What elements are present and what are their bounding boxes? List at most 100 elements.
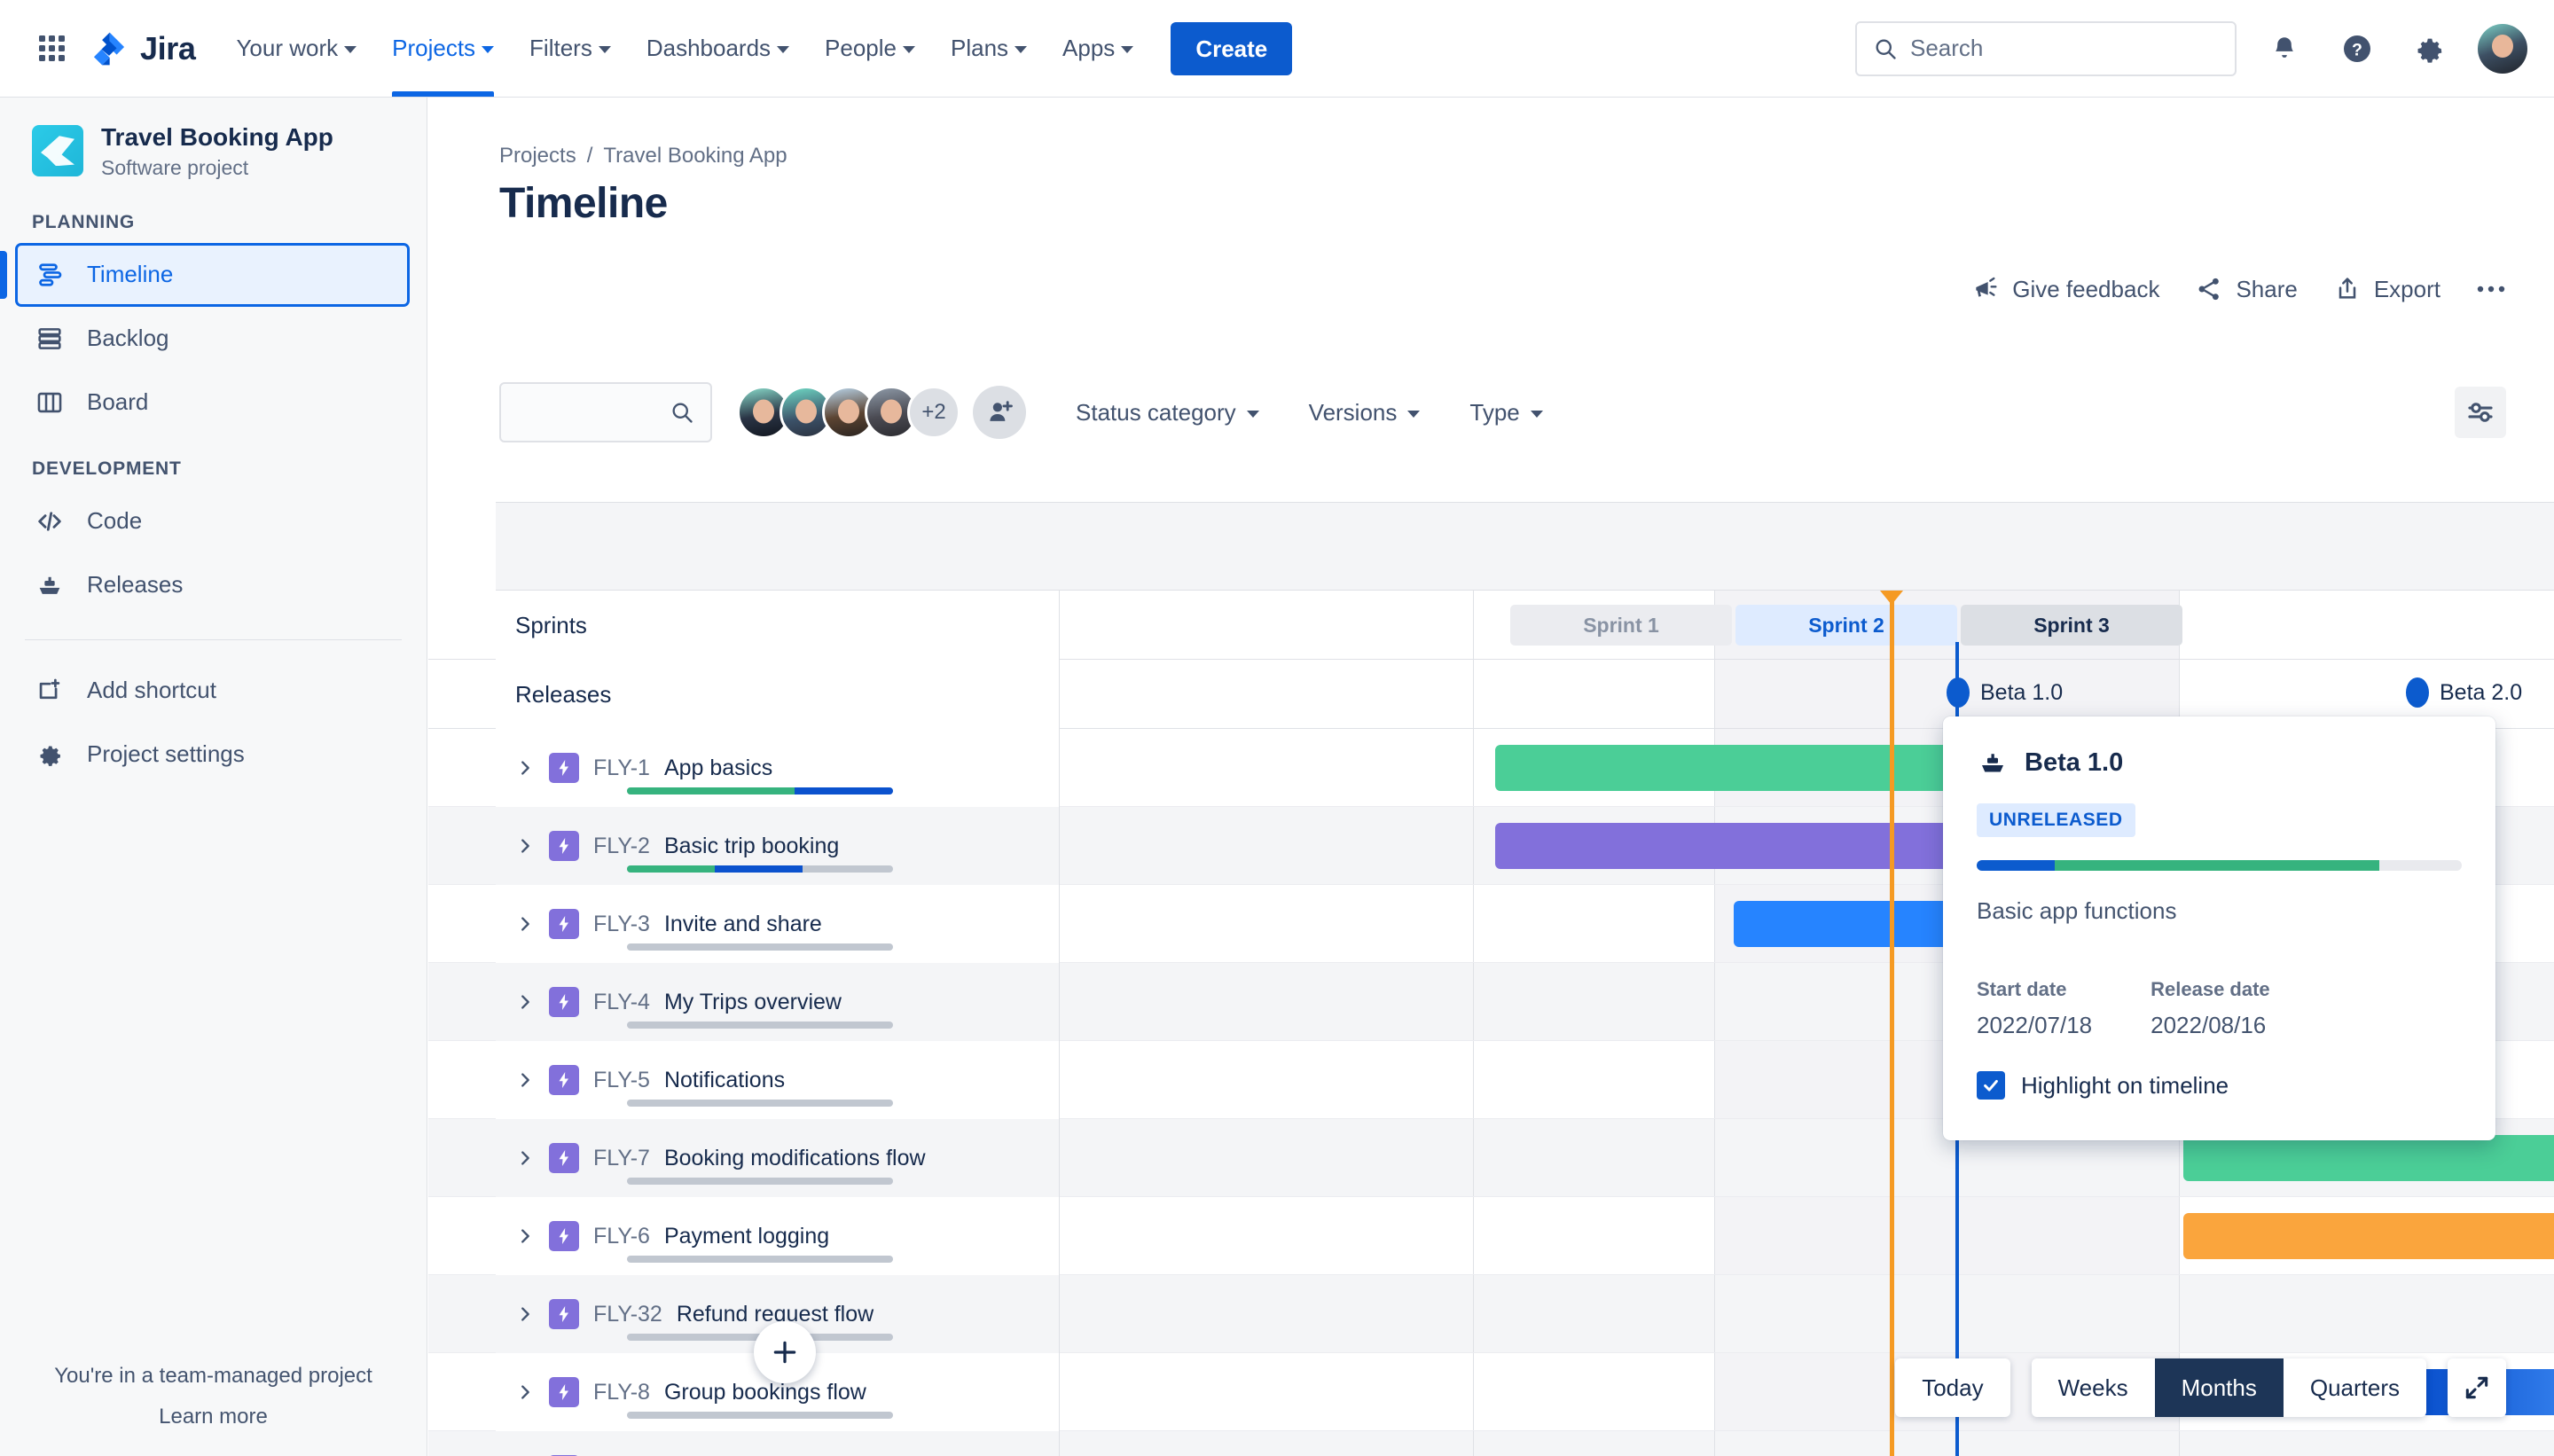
chevron-down-icon <box>903 46 915 53</box>
issue-key[interactable]: FLY-5 <box>593 1068 650 1093</box>
breadcrumb-projects[interactable]: Projects <box>499 144 576 168</box>
sprint-chip[interactable]: Sprint 1 <box>1510 605 1732 646</box>
give-feedback-button[interactable]: Give feedback <box>1971 275 2159 303</box>
project-type: Software project <box>101 155 249 179</box>
nav-your-work[interactable]: Your work <box>218 0 374 97</box>
jira-home-link[interactable]: Jira <box>90 29 196 67</box>
help-button[interactable]: ? <box>2332 24 2382 74</box>
sidebar-item-backlog[interactable]: Backlog <box>16 308 409 370</box>
issue-key[interactable]: FLY-7 <box>593 1146 650 1171</box>
nav-dashboards[interactable]: Dashboards <box>629 0 807 97</box>
today-button[interactable]: Today <box>1895 1358 2010 1417</box>
breadcrumb-separator: / <box>586 144 593 168</box>
issue-summary[interactable]: Notifications <box>664 1068 785 1093</box>
issue-summary[interactable]: App basics <box>664 755 772 781</box>
chevron-right-icon[interactable] <box>515 1382 535 1402</box>
nav-people[interactable]: People <box>807 0 933 97</box>
avatar-overflow-count[interactable]: +2 <box>907 386 960 439</box>
share-label: Share <box>2236 275 2298 302</box>
add-shortcut-icon <box>32 673 67 708</box>
issue-summary[interactable]: Payment logging <box>664 1224 829 1249</box>
export-label: Export <box>2373 275 2440 302</box>
sidebar-section-planning: PLANNING <box>32 211 136 232</box>
chevron-right-icon[interactable] <box>515 914 535 934</box>
issue-summary[interactable]: Group bookings flow <box>664 1380 866 1405</box>
nav-apps[interactable]: Apps <box>1045 0 1151 97</box>
zoom-level-weeks[interactable]: Weeks <box>2032 1358 2155 1417</box>
chevron-right-icon[interactable] <box>515 992 535 1012</box>
filter-versions[interactable]: Versions <box>1309 399 1421 427</box>
issue-key[interactable]: FLY-8 <box>593 1380 650 1405</box>
chevron-right-icon[interactable] <box>515 1304 535 1324</box>
issue-key[interactable]: FLY-1 <box>593 755 650 781</box>
nav-plans[interactable]: Plans <box>933 0 1045 97</box>
notifications-icon <box>2276 36 2293 58</box>
chevron-right-icon[interactable] <box>515 1226 535 1246</box>
export-button[interactable]: Export <box>2333 275 2440 303</box>
issue-key[interactable]: FLY-32 <box>593 1302 662 1327</box>
breadcrumb-project[interactable]: Travel Booking App <box>603 144 787 168</box>
chevron-right-icon[interactable] <box>515 1070 535 1090</box>
settings-button[interactable] <box>2405 24 2455 74</box>
app-switcher-button[interactable] <box>27 24 76 74</box>
issue-key[interactable]: FLY-2 <box>593 834 650 859</box>
issue-key[interactable]: FLY-6 <box>593 1224 650 1249</box>
page-actions: Give feedback Share Export <box>1971 275 2506 303</box>
filter-label: Versions <box>1308 398 1398 426</box>
create-button[interactable]: Create <box>1171 21 1293 75</box>
chevron-right-icon[interactable] <box>515 836 535 856</box>
nav-filters[interactable]: Filters <box>512 0 629 97</box>
release-date-value: 2022/08/16 <box>2151 1012 2267 1038</box>
zoom-level-months[interactable]: Months <box>2154 1358 2284 1417</box>
profile-avatar[interactable] <box>2478 23 2527 74</box>
view-settings-button[interactable] <box>2455 387 2506 438</box>
release-marker[interactable]: Beta 2.0 <box>2406 677 2522 708</box>
sidebar-item-add-shortcut[interactable]: Add shortcut <box>16 660 409 722</box>
chevron-right-icon[interactable] <box>515 1148 535 1168</box>
issue-key[interactable]: FLY-4 <box>593 990 650 1015</box>
add-people-button[interactable] <box>973 386 1026 439</box>
primary-nav: Your work Projects Filters Dashboards Pe… <box>218 0 1151 97</box>
filter-status-category[interactable]: Status category <box>1076 399 1259 427</box>
add-issue-button[interactable] <box>754 1321 816 1383</box>
chevron-right-icon[interactable] <box>515 758 535 778</box>
share-button[interactable]: Share <box>2195 275 2298 303</box>
release-date-label: Release date <box>2151 978 2270 1000</box>
issue-summary[interactable]: My Trips overview <box>664 990 842 1015</box>
expand-timeline-button[interactable] <box>2448 1358 2506 1417</box>
brand-name: Jira <box>140 29 196 67</box>
global-search-placeholder: Search <box>1910 35 1984 61</box>
filter-label: Type <box>1469 398 1520 426</box>
sidebar-item-code[interactable]: Code <box>16 490 409 552</box>
sidebar-item-project-settings[interactable]: Project settings <box>16 724 409 786</box>
issue-summary[interactable]: Invite and share <box>664 912 822 937</box>
timeline-search-input[interactable] <box>499 382 712 442</box>
sidebar-item-board[interactable]: Board <box>16 372 409 434</box>
sidebar-item-label: Timeline <box>87 261 174 288</box>
zoom-level-quarters[interactable]: Quarters <box>2284 1358 2426 1417</box>
sidebar-item-timeline[interactable]: Timeline <box>0 242 410 307</box>
global-search-input[interactable]: Search <box>1855 20 2237 76</box>
sprint-chip[interactable]: Sprint 3 <box>1961 605 2182 646</box>
epic-type-icon <box>549 753 579 783</box>
learn-more-link[interactable]: Learn more <box>0 1405 427 1429</box>
issue-summary[interactable]: Basic trip booking <box>664 834 839 859</box>
issue-key[interactable]: FLY-3 <box>593 912 650 937</box>
issue-row-label: FLY-7 Booking modifications flow <box>496 1119 1060 1197</box>
progress-segment <box>715 865 803 873</box>
sidebar-item-releases[interactable]: Releases <box>16 554 409 616</box>
filter-type[interactable]: Type <box>1469 398 1543 427</box>
nav-projects[interactable]: Projects <box>374 0 512 97</box>
issue-summary[interactable]: Booking modifications flow <box>664 1146 926 1171</box>
issue-progress-bar <box>627 1022 893 1029</box>
more-actions-button[interactable] <box>2476 284 2506 294</box>
release-marker[interactable]: Beta 1.0 <box>1947 677 2063 708</box>
nav-label: Apps <box>1062 35 1116 61</box>
sprint-chip[interactable]: Sprint 2 <box>1735 605 1957 646</box>
project-header[interactable]: Travel Booking App Software project <box>0 98 427 189</box>
highlight-on-timeline-checkbox[interactable]: Highlight on timeline <box>1977 1071 2462 1100</box>
notifications-button[interactable] <box>2260 24 2309 74</box>
release-detail-popup[interactable]: Beta 1.0 UNRELEASED Basic app functions … <box>1943 716 2495 1140</box>
start-date-value: 2022/07/18 <box>1977 1012 2093 1038</box>
issue-progress-bar <box>627 787 893 795</box>
